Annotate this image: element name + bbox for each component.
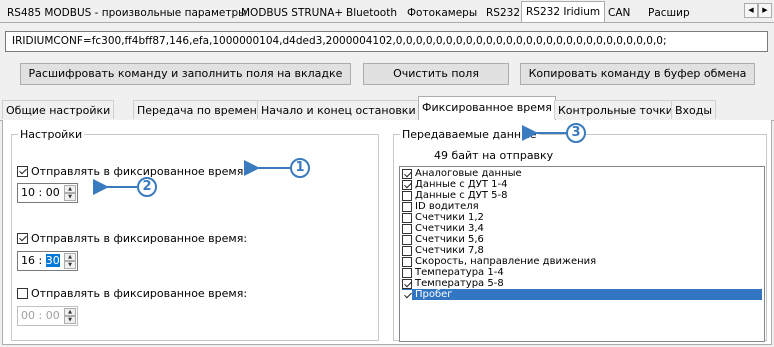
time-picker-1[interactable]: 10 : 00 ▲ ▼ (17, 183, 78, 203)
list-item-label: Счетчики 7,8 (415, 245, 484, 256)
checkbox-unchecked-icon[interactable] (402, 212, 412, 223)
list-item[interactable]: Температура 1-4 (402, 267, 762, 278)
checkbox-checked-icon[interactable] (402, 289, 412, 300)
checkbox-checked-icon[interactable] (17, 233, 28, 244)
list-item[interactable]: Аналоговые данные (402, 168, 762, 179)
list-item[interactable]: Счетчики 5,6 (402, 234, 762, 245)
copy-command-button[interactable]: Копировать команду в буфер обмена (520, 63, 755, 85)
tab-fixed-time[interactable]: Фиксированное время (418, 96, 556, 120)
checkbox-unchecked-icon[interactable] (402, 256, 412, 267)
tab-time-transmission[interactable]: Передача по времени (133, 100, 268, 119)
list-item-label: Аналоговые данные (415, 168, 522, 179)
tab-rs232[interactable]: RS232 (481, 4, 525, 21)
hours-value-1: 10 (21, 186, 35, 199)
tab-bluetooth[interactable]: Bluetooth (341, 4, 402, 21)
spinner-2[interactable]: ▲ ▼ (64, 253, 76, 269)
list-item[interactable]: Данные с ДУТ 5-8 (402, 190, 762, 201)
list-item-label: Данные с ДУТ 5-8 (415, 190, 508, 201)
list-item[interactable]: Температура 5-8 (402, 278, 762, 289)
list-item-label: Температура 1-4 (415, 267, 504, 278)
tab-modbus-struna[interactable]: MODBUS STRUNA+ (236, 4, 348, 21)
minutes-value-1: 00 (45, 186, 60, 199)
tab-photocameras[interactable]: Фотокамеры (402, 4, 482, 21)
time-picker-2[interactable]: 16 : 30 ▲ ▼ (17, 251, 78, 271)
tab-extended[interactable]: Расшир (643, 4, 738, 21)
checkbox-unchecked-icon[interactable] (402, 267, 412, 278)
tab-rs232-iridium[interactable]: RS232 Iridium (521, 1, 606, 22)
minutes-value-2: 30 (45, 254, 60, 267)
spinner-1[interactable]: ▲ ▼ (64, 185, 76, 201)
checkbox-unchecked-icon[interactable] (17, 288, 28, 299)
callout-badge-3: 3 (566, 123, 586, 143)
fixed-time-label-3: Отправлять в фиксированное время: (31, 287, 248, 300)
checkbox-unchecked-icon[interactable] (402, 223, 412, 234)
checkbox-unchecked-icon[interactable] (402, 201, 412, 212)
decode-command-button[interactable]: Расшифровать команду и заполнить поля на… (20, 63, 351, 85)
list-item[interactable]: Данные с ДУТ 1-4 (402, 179, 762, 190)
callout-badge-1: 1 (290, 158, 310, 178)
scroll-left-icon[interactable]: ◀ (744, 3, 758, 18)
settings-group: Настройки Отправлять в фиксированное вре… (11, 128, 379, 341)
fixed-time-option-2[interactable]: Отправлять в фиксированное время: (17, 232, 247, 245)
top-tab-strip: RS485 MODBUS - произвольные параметры MO… (0, 0, 774, 23)
spin-down-icon[interactable]: ▼ (64, 261, 76, 269)
hours-value-3: 00 (21, 309, 35, 322)
spin-down-icon[interactable]: ▼ (64, 316, 76, 324)
fixed-time-label-1: Отправлять в фиксированное время: (31, 165, 248, 178)
inner-tab-strip: Общие настройки Передача по времени Нача… (0, 96, 774, 121)
spin-up-icon[interactable]: ▲ (64, 308, 76, 316)
list-item-label: Данные с ДУТ 1-4 (415, 179, 508, 190)
list-item-label: Счетчики 3,4 (415, 223, 484, 234)
list-item[interactable]: ID водителя (402, 201, 762, 212)
tab-stop-start-end[interactable]: Начало и конец остановки (257, 100, 420, 119)
checkbox-unchecked-icon[interactable] (402, 190, 412, 201)
list-item-label: Счетчики 1,2 (415, 212, 484, 223)
checkbox-checked-icon[interactable] (402, 278, 412, 289)
transmitted-data-title: Передаваемые данные (400, 128, 539, 141)
scroll-right-icon[interactable]: ▶ (758, 3, 772, 18)
bytes-count: 49 байт на отправку (434, 149, 554, 162)
tab-can[interactable]: CAN (603, 4, 635, 21)
list-item[interactable]: Скорость, направление движения (402, 256, 762, 267)
spin-down-icon[interactable]: ▼ (64, 193, 76, 201)
list-item-label: ID водителя (415, 201, 479, 212)
minutes-value-3: 00 (45, 309, 60, 322)
checkbox-checked-icon[interactable] (402, 168, 412, 179)
fixed-time-option-1[interactable]: Отправлять в фиксированное время: (17, 165, 247, 178)
spin-up-icon[interactable]: ▲ (64, 253, 76, 261)
fixed-time-option-3[interactable]: Отправлять в фиксированное время: (17, 287, 247, 300)
list-item-label: Счетчики 5,6 (415, 234, 484, 245)
checkbox-checked-icon[interactable] (402, 179, 412, 190)
list-item[interactable]: Счетчики 1,2 (402, 212, 762, 223)
list-item-label: Пробег (415, 289, 453, 300)
clear-fields-button[interactable]: Очистить поля (363, 63, 509, 85)
tab-rs485-modbus[interactable]: RS485 MODBUS - произвольные параметры (2, 4, 251, 21)
checkbox-checked-icon[interactable] (17, 166, 28, 177)
list-item[interactable]: Счетчики 3,4 (402, 223, 762, 234)
transmitted-data-list[interactable]: Аналоговые данные Данные с ДУТ 1-4 Данны… (399, 166, 765, 342)
tab-inputs[interactable]: Входы (671, 100, 717, 119)
time-picker-3[interactable]: 00 : 00 ▲ ▼ (17, 306, 78, 326)
spin-up-icon[interactable]: ▲ (64, 185, 76, 193)
callout-badge-2: 2 (137, 177, 157, 197)
list-item-label: Скорость, направление движения (415, 256, 597, 267)
hours-value-2: 16 (21, 254, 35, 267)
tab-general-settings[interactable]: Общие настройки (2, 100, 115, 119)
list-item[interactable]: Счетчики 7,8 (402, 245, 762, 256)
tab-checkpoints[interactable]: Контрольные точки (554, 100, 677, 119)
list-item-label: Температура 5-8 (415, 278, 504, 289)
checkbox-unchecked-icon[interactable] (402, 245, 412, 256)
fixed-time-panel: Настройки Отправлять в фиксированное вре… (2, 120, 772, 345)
tab-scroll-arrows: ◀ ▶ (744, 3, 772, 18)
settings-group-title: Настройки (18, 128, 85, 141)
command-field[interactable]: IRIDIUMCONF=fc300,ff4bff87,146,efa,10000… (5, 31, 768, 52)
fixed-time-label-2: Отправлять в фиксированное время: (31, 232, 248, 245)
spinner-3[interactable]: ▲ ▼ (64, 308, 76, 324)
list-item-selected[interactable]: Пробег (402, 289, 762, 300)
checkbox-unchecked-icon[interactable] (402, 234, 412, 245)
